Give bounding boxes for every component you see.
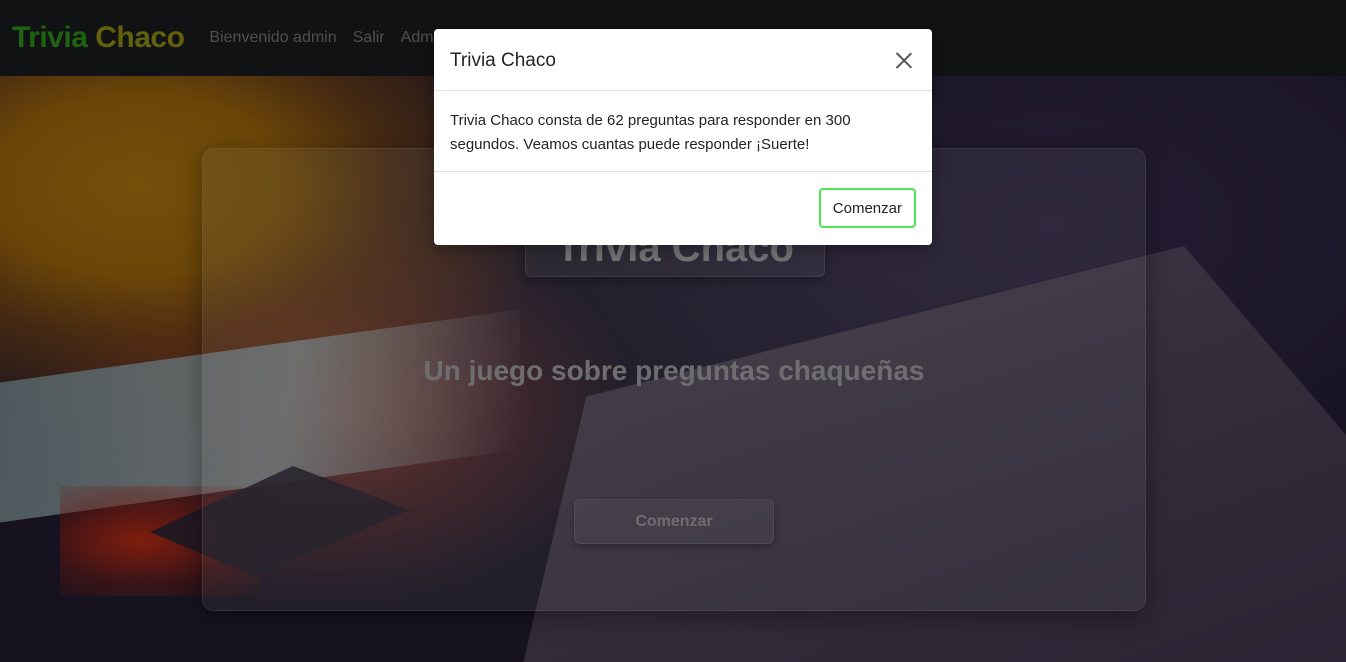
modal-footer: Comenzar [434,172,932,244]
modal-body: Trivia Chaco consta de 62 preguntas para… [434,91,932,172]
modal-start-button[interactable]: Comenzar [818,188,916,228]
close-icon[interactable] [892,48,916,72]
modal-title: Trivia Chaco [450,49,556,71]
modal-header: Trivia Chaco [434,29,932,91]
intro-modal: Trivia Chaco Trivia Chaco consta de 62 p… [434,29,932,245]
